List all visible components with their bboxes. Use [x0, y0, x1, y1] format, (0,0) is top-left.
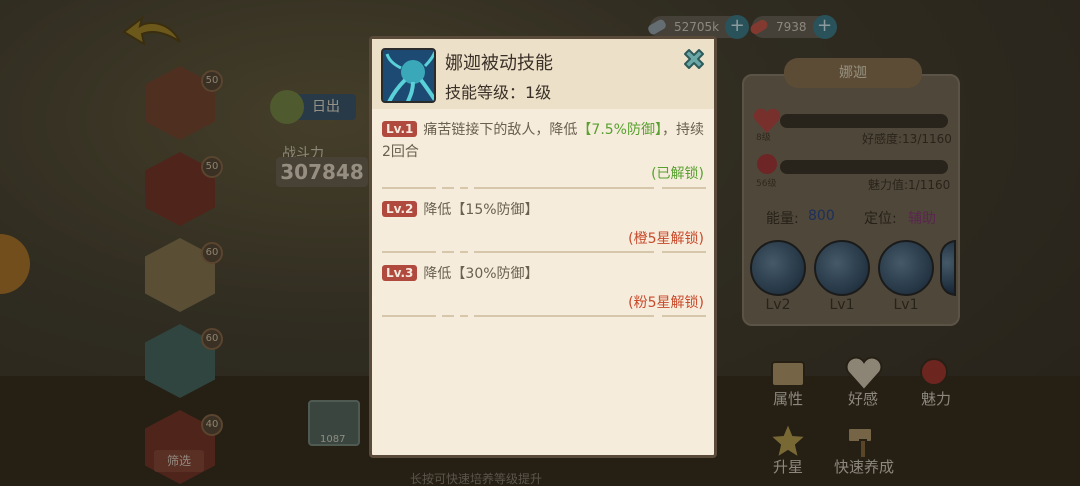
unlock-status: (橙5星解锁) — [628, 231, 704, 247]
dialog-title: 娜迦被动技能 — [445, 53, 553, 74]
unlock-status: (已解锁) — [651, 166, 704, 182]
desc-text: 降低【30%防御】 — [423, 266, 539, 282]
desc-highlight: 【7.5%防御】 — [577, 122, 662, 138]
tentacle-skill-icon — [381, 48, 436, 103]
divider — [382, 315, 706, 318]
divider — [382, 251, 706, 254]
divider — [382, 187, 706, 190]
close-icon[interactable] — [680, 45, 708, 73]
skill-level-desc: Lv.2 降低【15%防御】 — [382, 199, 704, 221]
skill-level-row: Lv.3 降低【30%防御】 — [382, 263, 704, 285]
level-badge: Lv.3 — [382, 265, 418, 281]
desc-text: 痛苦链接下的敌人，降低 — [423, 122, 578, 138]
level-badge: Lv.2 — [382, 201, 418, 217]
skill-level-desc: Lv.1 痛苦链接下的敌人，降低【7.5%防御】，持续2回合 — [382, 119, 704, 163]
skill-dialog: 娜迦被动技能 技能等级：1级 Lv.1 痛苦链接下的敌人，降低【7.5%防御】，持… — [369, 36, 717, 458]
level-badge: Lv.1 — [382, 121, 418, 137]
dialog-header: 娜迦被动技能 技能等级：1级 — [372, 39, 714, 109]
skill-level-desc: Lv.3 降低【30%防御】 — [382, 263, 704, 285]
skill-level-text: 技能等级：1级 — [445, 83, 552, 102]
skill-level-row: Lv.1 痛苦链接下的敌人，降低【7.5%防御】，持续2回合 — [382, 119, 704, 163]
unlock-status: (粉5星解锁) — [628, 295, 704, 311]
desc-text: 降低【15%防御】 — [423, 202, 539, 218]
skill-level-row: Lv.2 降低【15%防御】 — [382, 199, 704, 221]
